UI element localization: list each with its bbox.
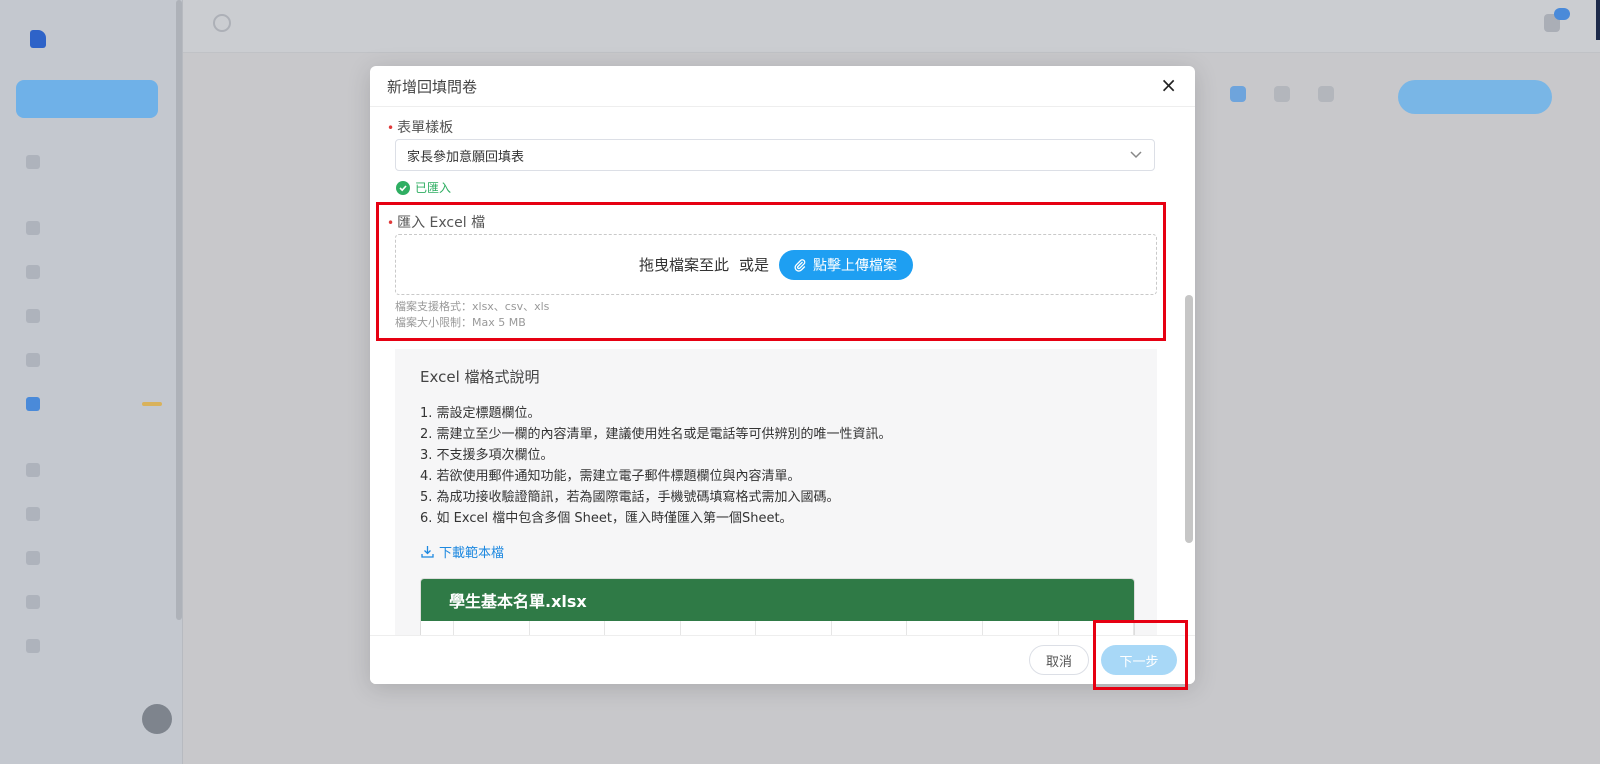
import-status-text: 已匯入 xyxy=(415,181,452,195)
template-field-label: • 表單樣板 xyxy=(387,120,454,136)
background-toolbar xyxy=(1230,86,1334,102)
close-icon[interactable]: × xyxy=(1160,73,1177,97)
list-item: 1. 需設定標題欄位。 xyxy=(420,406,541,421)
upload-file-label: 點擊上傳檔案 xyxy=(813,257,898,274)
list-item: 3. 不支援多項次欄位。 xyxy=(420,448,554,463)
modal-title: 新增回填問卷 xyxy=(387,78,478,96)
modal-header: 新增回填問卷 × xyxy=(370,66,1195,107)
background-edge-strip xyxy=(1596,0,1600,40)
excel-preview-grid xyxy=(421,621,1134,635)
required-marker: • xyxy=(387,121,395,135)
modal-scrollbar[interactable] xyxy=(1185,295,1193,543)
background-collapse-button xyxy=(142,704,172,734)
list-item: 6. 如 Excel 檔中包含多個 Sheet，匯入時僅匯入第一個Sheet。 xyxy=(420,511,793,526)
excel-format-title: Excel 檔格式說明 xyxy=(420,368,540,386)
list-item: 2. 需建立至少一欄的內容清單，建議使用姓名或是電話等可供辨別的唯一性資訊。 xyxy=(420,427,892,442)
background-nav xyxy=(0,140,182,668)
cancel-button[interactable]: 取消 xyxy=(1029,645,1089,675)
download-icon xyxy=(421,546,434,558)
import-field-label: • 匯入 Excel 檔 xyxy=(387,215,486,231)
background-logo xyxy=(30,30,52,48)
template-select[interactable]: 家長參加意願回填表 xyxy=(395,139,1155,171)
chevron-down-icon xyxy=(1130,151,1142,159)
background-primary-button xyxy=(16,80,158,118)
drag-text: 拖曳檔案至此 xyxy=(638,256,729,274)
background-bell-icon xyxy=(1544,8,1570,32)
excel-preview-filename: 學生基本名單.xlsx xyxy=(421,579,1134,621)
hint-size: 檔案大小限制：Max 5 MB xyxy=(395,316,526,329)
or-text: 或是 xyxy=(739,256,770,274)
modal-body: • 表單樣板 家長參加意願回填表 已匯入 • 匯入 Excel 檔 拖曳檔案至此 或… xyxy=(370,107,1195,635)
modal-footer: 取消 下一步 xyxy=(370,635,1195,684)
required-marker: • xyxy=(387,216,395,230)
background-action-button xyxy=(1398,80,1552,114)
list-item: 5. 為成功接收驗證簡訊，若為國際電話，手機號碼填寫格式需加入國碼。 xyxy=(420,490,840,505)
list-item: 4. 若欲使用郵件通知功能，需建立電子郵件標題欄位與內容清單。 xyxy=(420,469,801,484)
template-select-value: 家長參加意願回填表 xyxy=(407,149,525,165)
file-dropzone[interactable]: 拖曳檔案至此 或是 點擊上傳檔案 xyxy=(395,234,1157,295)
background-sidebar xyxy=(0,0,183,764)
hint-formats: 檔案支援格式：xlsx、csv、xls xyxy=(395,300,550,313)
upload-file-button[interactable]: 點擊上傳檔案 xyxy=(779,249,914,280)
next-step-button[interactable]: 下一步 xyxy=(1101,645,1177,675)
excel-format-list: 1. 需設定標題欄位。 2. 需建立至少一欄的內容清單，建議使用姓名或是電話等可… xyxy=(420,403,892,529)
background-header xyxy=(183,0,1600,53)
download-template-label: 下載範本檔 xyxy=(439,546,505,561)
excel-format-panel: Excel 檔格式說明 1. 需設定標題欄位。 2. 需建立至少一欄的內容清單，… xyxy=(395,349,1157,635)
paperclip-icon xyxy=(794,258,806,272)
import-status: 已匯入 xyxy=(396,179,451,196)
check-circle-icon xyxy=(396,180,410,195)
background-search-icon xyxy=(213,14,231,32)
add-survey-modal: 新增回填問卷 × • 表單樣板 家長參加意願回填表 已匯入 • 匯入 Excel 檔… xyxy=(370,66,1195,684)
download-template-link[interactable]: 下載範本檔 xyxy=(420,542,504,561)
excel-preview: 學生基本名單.xlsx xyxy=(420,578,1135,635)
